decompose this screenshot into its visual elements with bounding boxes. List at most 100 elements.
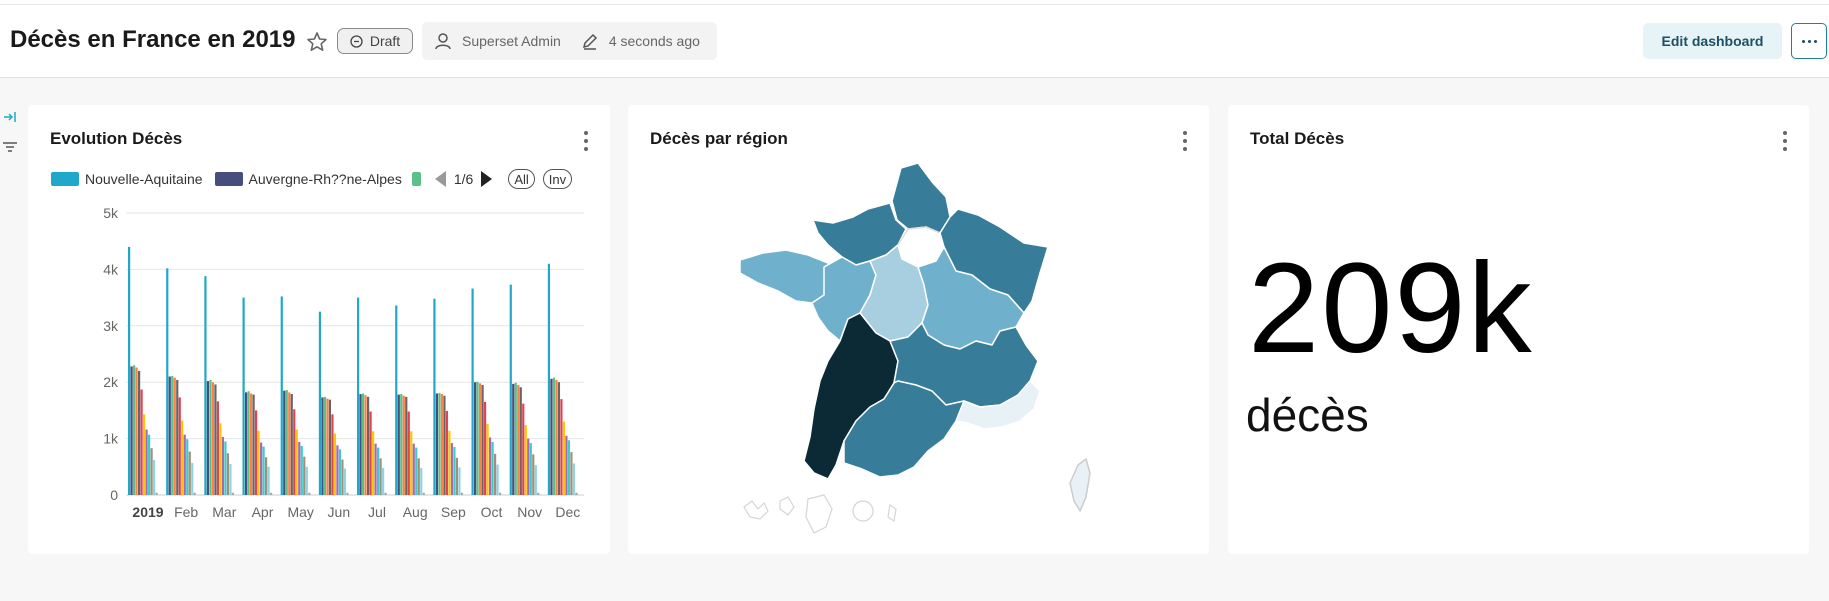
- bar[interactable]: [257, 430, 260, 495]
- bar[interactable]: [474, 382, 477, 495]
- card-menu-button[interactable]: [1783, 131, 1787, 151]
- bar[interactable]: [471, 288, 474, 495]
- draft-badge[interactable]: Draft: [337, 28, 413, 54]
- overseas-guyane[interactable]: [805, 494, 833, 534]
- bar[interactable]: [476, 381, 479, 495]
- bar[interactable]: [547, 263, 551, 495]
- bar[interactable]: [188, 451, 191, 495]
- bar[interactable]: [550, 378, 553, 495]
- bar[interactable]: [178, 397, 181, 495]
- bar[interactable]: [298, 441, 301, 495]
- bar[interactable]: [527, 438, 530, 495]
- bar[interactable]: [214, 384, 217, 495]
- bar[interactable]: [135, 367, 138, 495]
- bar[interactable]: [458, 467, 461, 495]
- bar[interactable]: [333, 433, 337, 495]
- edit-dashboard-button[interactable]: Edit dashboard: [1643, 23, 1782, 59]
- bar[interactable]: [405, 396, 408, 495]
- bar[interactable]: [145, 429, 148, 495]
- bar[interactable]: [395, 305, 398, 495]
- bar[interactable]: [412, 443, 415, 495]
- bar[interactable]: [148, 434, 151, 495]
- bar[interactable]: [422, 492, 425, 495]
- bar[interactable]: [382, 467, 385, 495]
- bar[interactable]: [517, 385, 520, 495]
- bar[interactable]: [300, 445, 303, 495]
- bar[interactable]: [384, 492, 387, 495]
- bar[interactable]: [321, 397, 324, 495]
- expand-filters-icon[interactable]: [3, 110, 17, 124]
- bar[interactable]: [435, 393, 439, 495]
- bar[interactable]: [250, 393, 253, 495]
- bar[interactable]: [372, 431, 375, 495]
- overseas-martinique[interactable]: [779, 496, 795, 516]
- legend-item-label[interactable]: Auvergne-Rh??ne-Alpes: [249, 171, 402, 187]
- bar[interactable]: [128, 246, 131, 495]
- bar[interactable]: [270, 492, 273, 495]
- bar[interactable]: [346, 492, 349, 495]
- overseas-reunion[interactable]: [852, 500, 874, 522]
- bar[interactable]: [308, 492, 311, 495]
- bar[interactable]: [524, 425, 527, 495]
- legend-item-label[interactable]: Nouvelle-Aquitaine: [85, 171, 203, 187]
- legend-all-button[interactable]: All: [508, 169, 535, 189]
- bar[interactable]: [211, 382, 215, 495]
- bar[interactable]: [364, 395, 367, 495]
- dashboard-title[interactable]: Décès en France en 2019: [10, 26, 296, 54]
- bar[interactable]: [331, 414, 334, 495]
- bar[interactable]: [494, 453, 497, 495]
- overseas-mayotte[interactable]: [887, 503, 897, 523]
- bar[interactable]: [357, 297, 360, 495]
- bar[interactable]: [191, 462, 194, 495]
- bar[interactable]: [443, 395, 446, 495]
- bar[interactable]: [450, 443, 454, 495]
- bar[interactable]: [295, 429, 298, 495]
- legend-swatch[interactable]: [51, 172, 79, 186]
- region-corse[interactable]: [1069, 458, 1091, 512]
- bar[interactable]: [367, 396, 370, 495]
- bar[interactable]: [415, 447, 418, 495]
- bar[interactable]: [529, 443, 532, 495]
- bar[interactable]: [173, 377, 176, 495]
- bar[interactable]: [407, 411, 410, 495]
- bar[interactable]: [262, 446, 265, 495]
- bar[interactable]: [509, 284, 512, 495]
- bar[interactable]: [560, 399, 563, 495]
- bar[interactable]: [265, 457, 268, 495]
- bar[interactable]: [433, 298, 436, 495]
- bar[interactable]: [288, 392, 291, 495]
- bar[interactable]: [290, 394, 293, 495]
- bar[interactable]: [336, 445, 339, 495]
- bar[interactable]: [362, 393, 365, 495]
- bar[interactable]: [280, 296, 283, 495]
- bar[interactable]: [255, 410, 258, 495]
- bar[interactable]: [438, 392, 441, 495]
- bar[interactable]: [318, 311, 322, 495]
- bar[interactable]: [176, 379, 179, 495]
- bar[interactable]: [226, 453, 230, 495]
- bar[interactable]: [567, 440, 571, 495]
- bar[interactable]: [231, 492, 235, 495]
- bar[interactable]: [252, 394, 255, 495]
- bar[interactable]: [219, 423, 222, 495]
- bar[interactable]: [417, 458, 420, 495]
- bar[interactable]: [522, 403, 525, 495]
- legend-next-icon[interactable]: [481, 171, 493, 187]
- bar[interactable]: [532, 454, 535, 495]
- bar[interactable]: [496, 464, 499, 495]
- bar[interactable]: [402, 395, 405, 495]
- bar[interactable]: [341, 459, 344, 495]
- bar[interactable]: [552, 377, 556, 495]
- bar[interactable]: [445, 410, 449, 495]
- bar[interactable]: [193, 492, 196, 495]
- filter-icon[interactable]: [3, 140, 17, 154]
- bar[interactable]: [247, 391, 250, 495]
- legend-inv-button[interactable]: Inv: [542, 169, 573, 189]
- bar[interactable]: [369, 411, 372, 495]
- bar[interactable]: [534, 465, 537, 495]
- bar[interactable]: [570, 452, 573, 495]
- bar[interactable]: [221, 436, 225, 495]
- bar[interactable]: [338, 449, 342, 495]
- bar[interactable]: [420, 467, 423, 495]
- bar[interactable]: [374, 443, 377, 495]
